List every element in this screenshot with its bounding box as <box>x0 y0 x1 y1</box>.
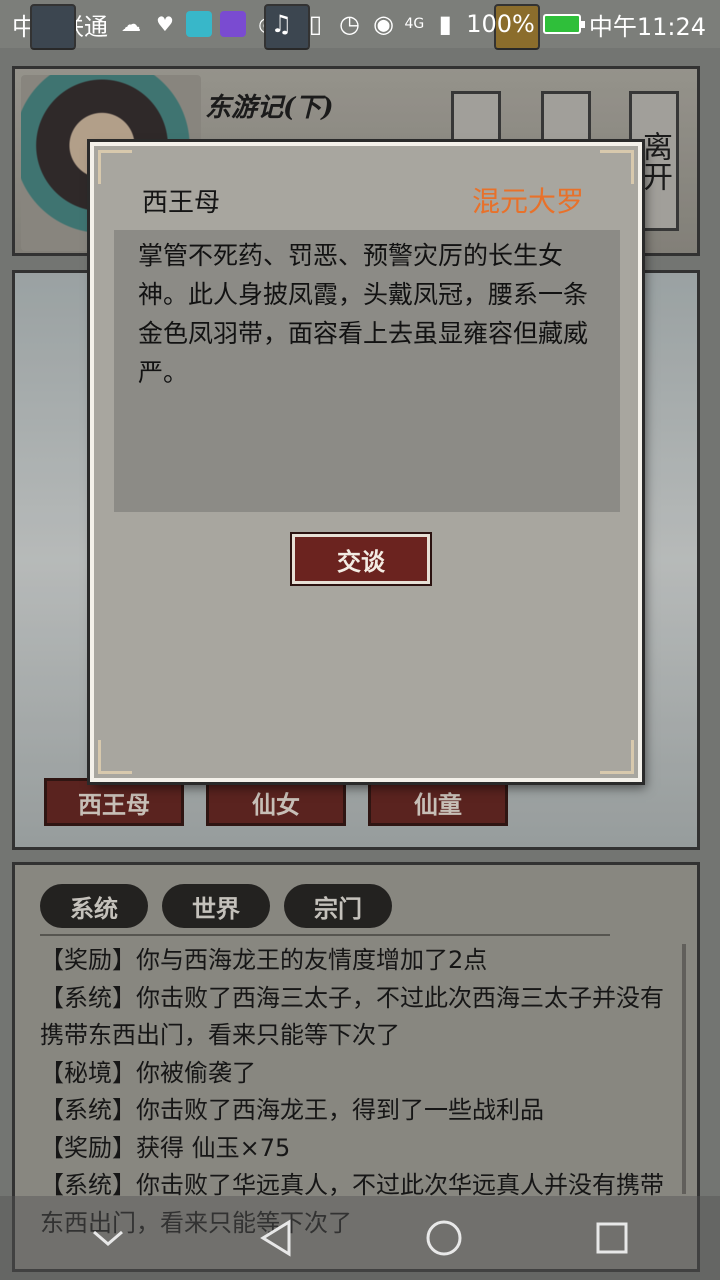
corner-ornament <box>600 740 634 774</box>
signal-icon: ▮ <box>438 10 452 38</box>
corner-ornament <box>98 740 132 774</box>
status-bar: 中国联通 ☁ ♥ ◎ ⋯ ♫ ▯ ◷ ◉ 4G ▮ 100% 中午11:24 <box>0 0 720 50</box>
battery-percent: 100% <box>466 10 535 38</box>
npc-name: 西王母 <box>142 188 221 218</box>
recents-icon[interactable] <box>582 1208 642 1268</box>
corner-ornament <box>600 150 634 184</box>
navigation-bar <box>0 1196 720 1280</box>
battery-icon <box>542 14 585 34</box>
home-icon[interactable] <box>414 1208 474 1268</box>
back-icon[interactable] <box>246 1208 306 1268</box>
hide-keyboard-icon[interactable] <box>78 1208 138 1268</box>
heart-icon: ♥ <box>156 12 174 36</box>
npc-description: 掌管不死药、罚恶、预警灾厉的长生女神。此人身披凤霞，头戴凤冠，腰系一条金色凤羽带… <box>138 241 589 387</box>
game-thumbnail-icon <box>30 4 76 50</box>
book-app-icon <box>186 11 212 37</box>
alarm-icon: ◷ <box>338 10 360 38</box>
description-box: 掌管不死药、罚恶、预警灾厉的长生女神。此人身披凤霞，头戴凤冠，腰系一条金色凤羽带… <box>114 230 620 512</box>
network-type: 4G <box>404 16 425 32</box>
eye-icon: ◉ <box>372 10 394 38</box>
system-icons: ♫ ▯ ◷ ◉ 4G ▮ 100% 中午11:24 <box>268 0 706 48</box>
corner-ornament <box>98 150 132 184</box>
npc-rank: 混元大罗 <box>471 185 584 218</box>
headphone-icon: ♫ <box>270 10 293 38</box>
npc-info-dialog: 西王母 混元大罗 掌管不死药、罚恶、预警灾厉的长生女神。此人身披凤霞，头戴凤冠，… <box>90 142 642 782</box>
talk-button[interactable]: 交谈 <box>292 534 430 584</box>
video-app-icon <box>220 11 246 37</box>
clock: 中午11:24 <box>588 12 706 41</box>
weather-icon: ☁ <box>121 12 141 36</box>
vibrate-icon: ▯ <box>308 10 323 38</box>
